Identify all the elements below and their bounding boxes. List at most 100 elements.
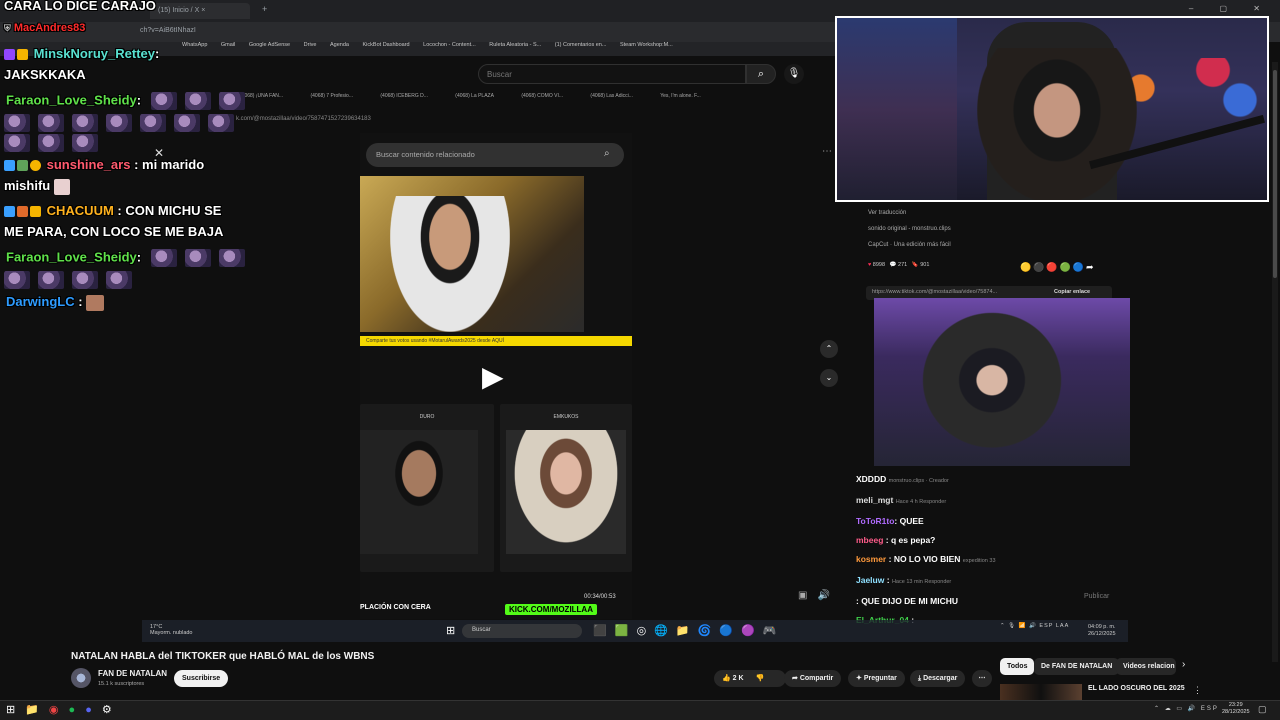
inner-tab[interactable]: (4068) Las Adicci... bbox=[590, 93, 633, 99]
comment-sub: Hace 13 min Responder bbox=[891, 579, 952, 585]
overlay-comments: XDDDD monstruo.clips · Creador meli_mgt … bbox=[856, 470, 1116, 630]
taskbar-pinned-icons[interactable]: ⊞📁◉●●⚙ bbox=[6, 703, 122, 716]
captured-tab[interactable]: (15) Inicio / X × bbox=[150, 3, 250, 19]
channel-name[interactable]: FAN DE NATALAN bbox=[98, 669, 167, 678]
inner-tab[interactable]: (4068) La PLAZA bbox=[455, 93, 494, 99]
chip-channel[interactable]: De FAN DE NATALAN bbox=[1034, 658, 1120, 675]
emote-icon bbox=[38, 134, 64, 152]
share-icons[interactable]: 🟡⚫🔴🟢🔵➦ bbox=[1020, 262, 1096, 273]
microphone-icon[interactable]: 🎙 bbox=[784, 64, 804, 84]
bookmark-item[interactable]: (1) Comentarios en... bbox=[555, 42, 607, 48]
bookmark-item[interactable]: Gmail bbox=[221, 42, 235, 48]
play-icon[interactable]: ▶ bbox=[482, 360, 516, 394]
bookmark-item[interactable]: Drive bbox=[304, 42, 317, 48]
streamer-image bbox=[977, 48, 1137, 200]
emote-icon bbox=[72, 134, 98, 152]
inner-tab[interactable]: (4068) ICEBERG D... bbox=[380, 93, 428, 99]
comment-text: : NO LO VIO BIEN bbox=[888, 554, 961, 564]
capcut-link[interactable]: CapCut · Una edición más fácil bbox=[868, 237, 951, 253]
bookmark-item[interactable]: Steam Workshop:M... bbox=[620, 42, 673, 48]
inner-tab[interactable]: Yes, I'm alone. F... bbox=[660, 93, 701, 99]
sound-link[interactable]: sonido original - monstruo.clips bbox=[868, 221, 951, 237]
subscribe-button[interactable]: Suscribirse bbox=[174, 670, 229, 687]
comment-sub: monstruo.clips · Creador bbox=[888, 478, 949, 484]
chevron-right-icon[interactable]: › bbox=[1182, 659, 1185, 670]
emote-icon bbox=[150, 92, 177, 110]
chevron-down-icon[interactable]: ⌄ bbox=[820, 369, 838, 387]
search-icon[interactable]: ⌕ bbox=[746, 64, 776, 84]
emote-row bbox=[4, 114, 242, 132]
emote-icon bbox=[208, 114, 234, 132]
weather-widget[interactable]: 17°C Mayorm. nublado bbox=[150, 624, 193, 636]
bookmark-item[interactable]: Locochon - Content... bbox=[423, 42, 476, 48]
thumbs-up-icon[interactable]: 👍 bbox=[722, 675, 731, 682]
chip-all[interactable]: Todos bbox=[1000, 658, 1035, 675]
taskbar-tray[interactable]: ⌃ 🎙 📶 🔊 ESP LAA bbox=[1000, 623, 1069, 629]
scrollbar-thumb[interactable] bbox=[1273, 70, 1277, 278]
comment-line: ToToR1to: QUEE bbox=[856, 512, 1116, 531]
captured-tab-label: (15) Inicio / X bbox=[158, 7, 200, 14]
chat-line: JAKSKKAKA bbox=[4, 67, 86, 82]
taskbar-app-icons[interactable]: ⊞ ⬛🟩◎🌐📁🌀🔵🟣🎮 bbox=[446, 624, 784, 637]
new-tab-icon[interactable]: + bbox=[262, 4, 267, 14]
more-actions-icon[interactable]: ⋯ bbox=[972, 670, 992, 687]
translate-link[interactable]: Ver traducción bbox=[868, 205, 951, 221]
recommended-title[interactable]: EL LADO OSCURO DEL 2025 bbox=[1088, 685, 1185, 692]
comment-text: : QUEE bbox=[894, 516, 924, 526]
emote-icon bbox=[184, 249, 211, 267]
avatar[interactable] bbox=[71, 668, 91, 688]
emote-icon bbox=[53, 178, 70, 195]
comment-icon[interactable]: 💬 bbox=[890, 262, 897, 268]
chat-user: Faraon_Love_Sheidy bbox=[6, 92, 137, 108]
subscriber-count: 15.1 k suscriptores bbox=[98, 681, 145, 687]
comment-text: : q es pepa? bbox=[885, 535, 936, 545]
notification-icon[interactable]: ▢ bbox=[1258, 704, 1267, 715]
thumbs-down-icon[interactable]: 👎 bbox=[756, 675, 765, 682]
chat-line: Faraon_Love_Sheidy: bbox=[6, 92, 253, 110]
youtube-search-input[interactable]: Buscar bbox=[478, 64, 746, 84]
emote-icon bbox=[218, 92, 245, 110]
download-button[interactable]: ⤓ Descargar bbox=[910, 670, 966, 687]
chat-text: : bbox=[136, 92, 142, 108]
like-count[interactable]: 2 K bbox=[733, 675, 744, 682]
copy-link-button[interactable]: Copiar enlace bbox=[1054, 289, 1090, 295]
inner-tab[interactable]: (4068) COMO VI... bbox=[521, 93, 563, 99]
more-options-icon[interactable]: ⋮ bbox=[1193, 685, 1202, 696]
bookmark-item[interactable]: Agenda bbox=[330, 42, 349, 48]
bookmark-item[interactable]: Ruleta Aleatoria - S... bbox=[489, 42, 541, 48]
comment-user: XDDDD bbox=[856, 474, 887, 484]
bookmark-icon[interactable]: 🔖 bbox=[912, 262, 919, 268]
tiktok-search-input[interactable]: Buscar contenido relacionado bbox=[366, 143, 624, 167]
badge-icon bbox=[4, 49, 15, 61]
badge-icon bbox=[4, 160, 15, 172]
second-streamer-image bbox=[920, 310, 1080, 466]
tray-lang: ESP LAA bbox=[1039, 623, 1070, 629]
emote-icon bbox=[38, 114, 64, 132]
search-icon[interactable]: ⌕ bbox=[604, 148, 610, 159]
vote-card-image bbox=[360, 430, 478, 554]
emote-icon bbox=[218, 249, 245, 267]
volume-icon[interactable]: ▣🔊 bbox=[798, 590, 840, 601]
chip-related[interactable]: Videos relacion bbox=[1116, 658, 1176, 675]
chevron-up-icon[interactable]: ⌃ bbox=[820, 340, 838, 358]
badge-icon bbox=[30, 160, 41, 172]
chat-text: : mi marido bbox=[134, 157, 205, 172]
comment-line: XDDDD monstruo.clips · Creador bbox=[856, 470, 1116, 491]
publish-button[interactable]: Publicar bbox=[1084, 593, 1109, 600]
chat-text: JAKSKKAKA bbox=[4, 67, 86, 82]
window-controls[interactable]: – ▢ ✕ bbox=[1189, 4, 1272, 13]
system-tray[interactable]: ⌃ ☁ ▭ 🔊 ESP bbox=[1154, 705, 1219, 712]
inner-tab[interactable]: (4068) 7 Profesio... bbox=[310, 93, 353, 99]
bookmark-item[interactable]: Google AdSense bbox=[249, 42, 290, 48]
bookmark-item[interactable]: WhatsApp bbox=[182, 42, 207, 48]
system-clock[interactable]: 23:29 28/12/2025 bbox=[1222, 702, 1250, 716]
ask-button[interactable]: ✦ Preguntar bbox=[848, 670, 905, 687]
more-options-icon[interactable]: ⋯ bbox=[822, 146, 832, 157]
emote-icon bbox=[4, 114, 30, 132]
comment-user: ToToR1to bbox=[856, 516, 895, 526]
tiktoker-image bbox=[390, 196, 510, 332]
heart-icon[interactable]: ♥ bbox=[868, 262, 871, 268]
bookmark-item[interactable]: KickBot Dashboard bbox=[363, 42, 410, 48]
share-label: Compartir bbox=[799, 675, 834, 682]
share-button[interactable]: ➦ Compartir bbox=[784, 670, 842, 687]
